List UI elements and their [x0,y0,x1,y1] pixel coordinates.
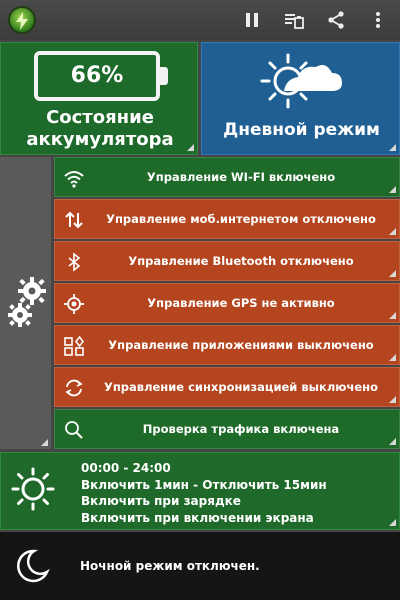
control-row-bluetooth[interactable]: Управление Bluetooth отключено [54,241,400,281]
battery-list-icon[interactable] [282,8,306,32]
control-label: Управление GPS не активно [147,296,335,310]
corner-indicator [389,312,396,319]
control-label: Управление Bluetooth отключено [128,254,354,268]
control-label: Управление приложениями выключено [108,338,374,352]
battery-label-line1: Состояние [46,107,154,128]
app-screen: 66% Состояние аккумулятора Дневной режим [0,0,400,600]
moon-icon [17,549,50,583]
corner-indicator [41,439,48,446]
share-icon[interactable] [324,8,348,32]
schedule-details: 00:00 - 24:00 Включить 1мин - Отключить … [81,460,327,526]
day-schedule-tile[interactable]: 00:00 - 24:00 Включить 1мин - Отключить … [0,452,400,530]
settings-tile[interactable] [0,157,51,449]
battery-label-line2: аккумулятора [26,129,174,150]
battery-status-tile[interactable]: 66% Состояние аккумулятора [0,42,198,155]
control-row-traffic[interactable]: Проверка трафика включена [54,409,400,449]
more-vert-icon[interactable] [366,8,390,32]
top-toolbar [0,0,400,40]
corner-indicator [389,354,396,361]
corner-indicator [389,186,396,193]
gears-icon [8,277,46,327]
corner-indicator [389,270,396,277]
pause-icon[interactable] [240,8,264,32]
control-label: Управление WI-FI включено [146,170,336,184]
app-logo-icon[interactable] [8,6,36,34]
battery-percent: 66% [70,63,124,88]
search-icon [65,421,83,439]
apps-icon [64,335,85,356]
schedule-on-screen: Включить при включении экрана [81,510,314,525]
night-mode-tile[interactable]: Ночной режим отключен. [0,532,400,600]
control-row-wifi[interactable]: Управление WI-FI включено [54,157,400,197]
wifi-icon [64,171,84,188]
control-row-gps[interactable]: Управление GPS не активно [54,283,400,323]
control-label: Управление синхронизацией выключено [104,380,378,394]
day-mode-tile[interactable]: Дневной режим [201,42,400,155]
schedule-time: 00:00 - 24:00 [81,461,171,475]
control-row-sync[interactable]: Управление синхронизацией выключено [54,367,400,407]
schedule-on-charge: Включить при зарядке [81,494,241,508]
corner-indicator [389,396,396,403]
gps-icon [64,294,84,314]
control-label: Проверка трафика включена [142,422,340,436]
sun-icon [11,467,55,511]
sun-cloud-icon [260,53,342,109]
corner-indicator [389,228,396,235]
corner-indicator [389,519,396,526]
battery-label: Состояние аккумулятора [1,107,199,151]
battery-nub [160,67,168,85]
control-row-mobile-data[interactable]: Управление моб.интернетом отключено [54,199,400,239]
night-mode-label: Ночной режим отключен. [80,559,260,573]
corner-indicator [389,144,396,151]
schedule-interval: Включить 1мин - Отключить 15мин [81,477,327,492]
day-mode-label: Дневной режим [223,120,380,140]
control-row-apps[interactable]: Управление приложениями выключено [54,325,400,365]
bluetooth-icon [68,252,81,272]
corner-indicator [389,438,396,445]
control-label: Управление моб.интернетом отключено [106,212,376,226]
mobile-data-icon [65,211,83,229]
corner-indicator [187,144,194,151]
sync-icon [65,379,83,397]
